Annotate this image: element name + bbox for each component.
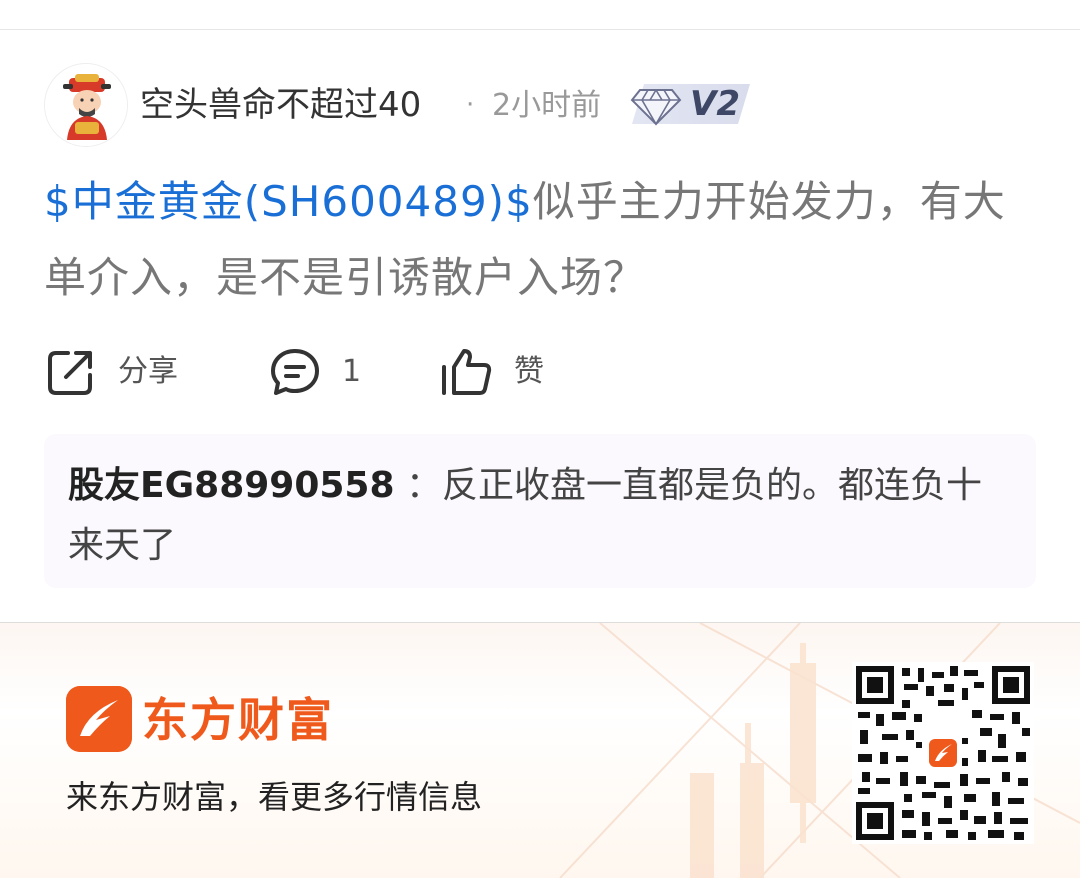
- comment-author[interactable]: 股友EG88990558: [68, 465, 395, 506]
- post-content: $中金黄金(SH600489)$似乎主力开始发力，有大单介入，是不是引诱散户入场…: [44, 164, 1044, 316]
- level-label: V2: [690, 84, 740, 124]
- brand-name: 东方财富: [142, 693, 334, 747]
- qr-code[interactable]: [852, 662, 1034, 844]
- like-button[interactable]: 赞: [440, 344, 544, 400]
- comment-button[interactable]: 1: [268, 344, 361, 400]
- thumbs-up-icon: [442, 349, 492, 395]
- comment-count: 1: [342, 354, 362, 389]
- share-button[interactable]: 分享: [44, 344, 178, 400]
- share-icon: [48, 351, 92, 395]
- meta-separator: ·: [466, 90, 475, 120]
- comment-preview[interactable]: 股友EG88990558 ：反正收盘一直都是负的。都连负十来天了: [44, 434, 1036, 588]
- avatar[interactable]: [44, 63, 128, 147]
- top-divider: [0, 29, 1080, 30]
- promo-slogan: 来东方财富，看更多行情信息: [66, 778, 483, 816]
- like-label: 赞: [514, 354, 544, 389]
- share-label: 分享: [118, 354, 178, 389]
- comment-separator: ：: [406, 465, 443, 506]
- avatar-god-of-wealth-icon: [45, 64, 127, 146]
- stock-link[interactable]: $中金黄金(SH600489)$: [44, 177, 533, 226]
- brand-logo-icon[interactable]: [66, 686, 132, 752]
- post-time: 2小时前: [492, 88, 602, 123]
- post-author[interactable]: 空头兽命不超过40: [140, 84, 421, 126]
- comment-icon: [271, 349, 319, 395]
